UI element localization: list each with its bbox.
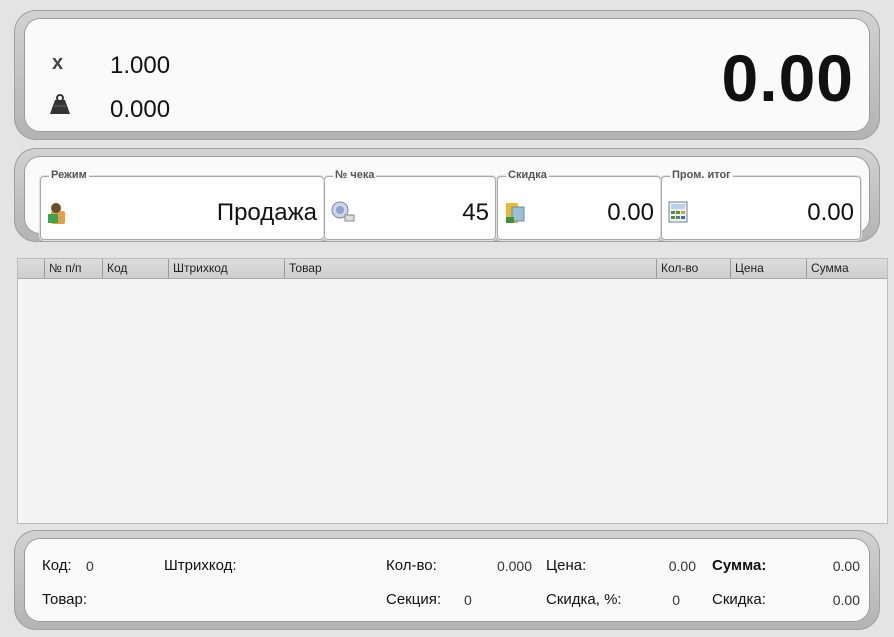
sum-value: 0.00 <box>832 558 860 574</box>
mode-field[interactable]: Режим Продажа <box>40 169 324 240</box>
sum-label: Сумма: <box>712 557 767 574</box>
discount-legend: Скидка <box>506 169 549 181</box>
mode-value: Продажа <box>216 199 317 226</box>
barcode-label: Штрихкод: <box>164 557 237 574</box>
check-number-field[interactable]: № чека 45 <box>324 169 496 240</box>
price-label: Цена: <box>546 557 587 574</box>
item-details-panel: Код: 0 Штрихкод: Кол-во: 0.000 Цена: 0.0… <box>14 530 880 630</box>
column-header-number[interactable]: № п/п <box>44 259 102 278</box>
table-header: № п/п Код Штрихкод Товар Кол-во Цена Сум… <box>18 259 887 279</box>
total-amount: 0.00 <box>721 41 854 115</box>
info-panel: Режим Продажа № чека 45 Скидка 0.00 Пром… <box>14 148 880 242</box>
subtotal-field[interactable]: Пром. итог 0.00 <box>661 169 861 240</box>
column-header-sum[interactable]: Сумма <box>806 259 886 278</box>
receipt-icon <box>331 201 355 225</box>
quantity-detail-value: 0.000 <box>496 558 532 574</box>
column-header-code[interactable]: Код <box>102 259 168 278</box>
code-label: Код: <box>42 557 72 574</box>
discount-detail-value: 0.00 <box>832 592 860 608</box>
totals-panel-inner: x 1.000 0.000 0.00 <box>24 18 870 132</box>
mode-legend: Режим <box>49 169 89 181</box>
items-table[interactable]: № п/п Код Штрихкод Товар Кол-во Цена Сум… <box>17 258 888 524</box>
discount-label: Скидка: <box>712 591 766 608</box>
code-value: 0 <box>86 558 94 574</box>
column-header-price[interactable]: Цена <box>730 259 806 278</box>
weight-icon <box>48 94 72 122</box>
discount-field[interactable]: Скидка 0.00 <box>497 169 661 240</box>
column-header-item[interactable]: Товар <box>284 259 656 278</box>
check-number-value: 45 <box>462 199 489 226</box>
quantity-value: 1.000 <box>110 52 171 79</box>
totals-panel: x 1.000 0.000 0.00 <box>14 10 880 140</box>
calculator-icon <box>668 201 688 225</box>
discount-percent-label: Скидка, %: <box>546 591 622 608</box>
price-value: 0.00 <box>668 558 696 574</box>
quantity-multiplier-icon: x <box>52 52 64 74</box>
check-number-legend: № чека <box>333 169 377 181</box>
info-panel-inner: Режим Продажа № чека 45 Скидка 0.00 Пром… <box>24 156 870 240</box>
item-details-panel-inner: Код: 0 Штрихкод: Кол-во: 0.000 Цена: 0.0… <box>24 538 870 622</box>
weight-value: 0.000 <box>110 96 171 123</box>
discount-value: 0.00 <box>607 199 654 226</box>
discount-percent-value: 0 <box>672 592 680 608</box>
cashier-icon <box>47 201 67 225</box>
discount-icon <box>504 201 525 225</box>
section-value: 0 <box>464 592 472 608</box>
column-header-barcode[interactable]: Штрихкод <box>168 259 284 278</box>
quantity-label: Кол-во: <box>386 557 437 574</box>
subtotal-value: 0.00 <box>807 199 854 226</box>
item-label: Товар: <box>42 591 87 608</box>
subtotal-legend: Пром. итог <box>670 169 733 181</box>
section-label: Секция: <box>386 591 441 608</box>
column-header-quantity[interactable]: Кол-во <box>656 259 730 278</box>
